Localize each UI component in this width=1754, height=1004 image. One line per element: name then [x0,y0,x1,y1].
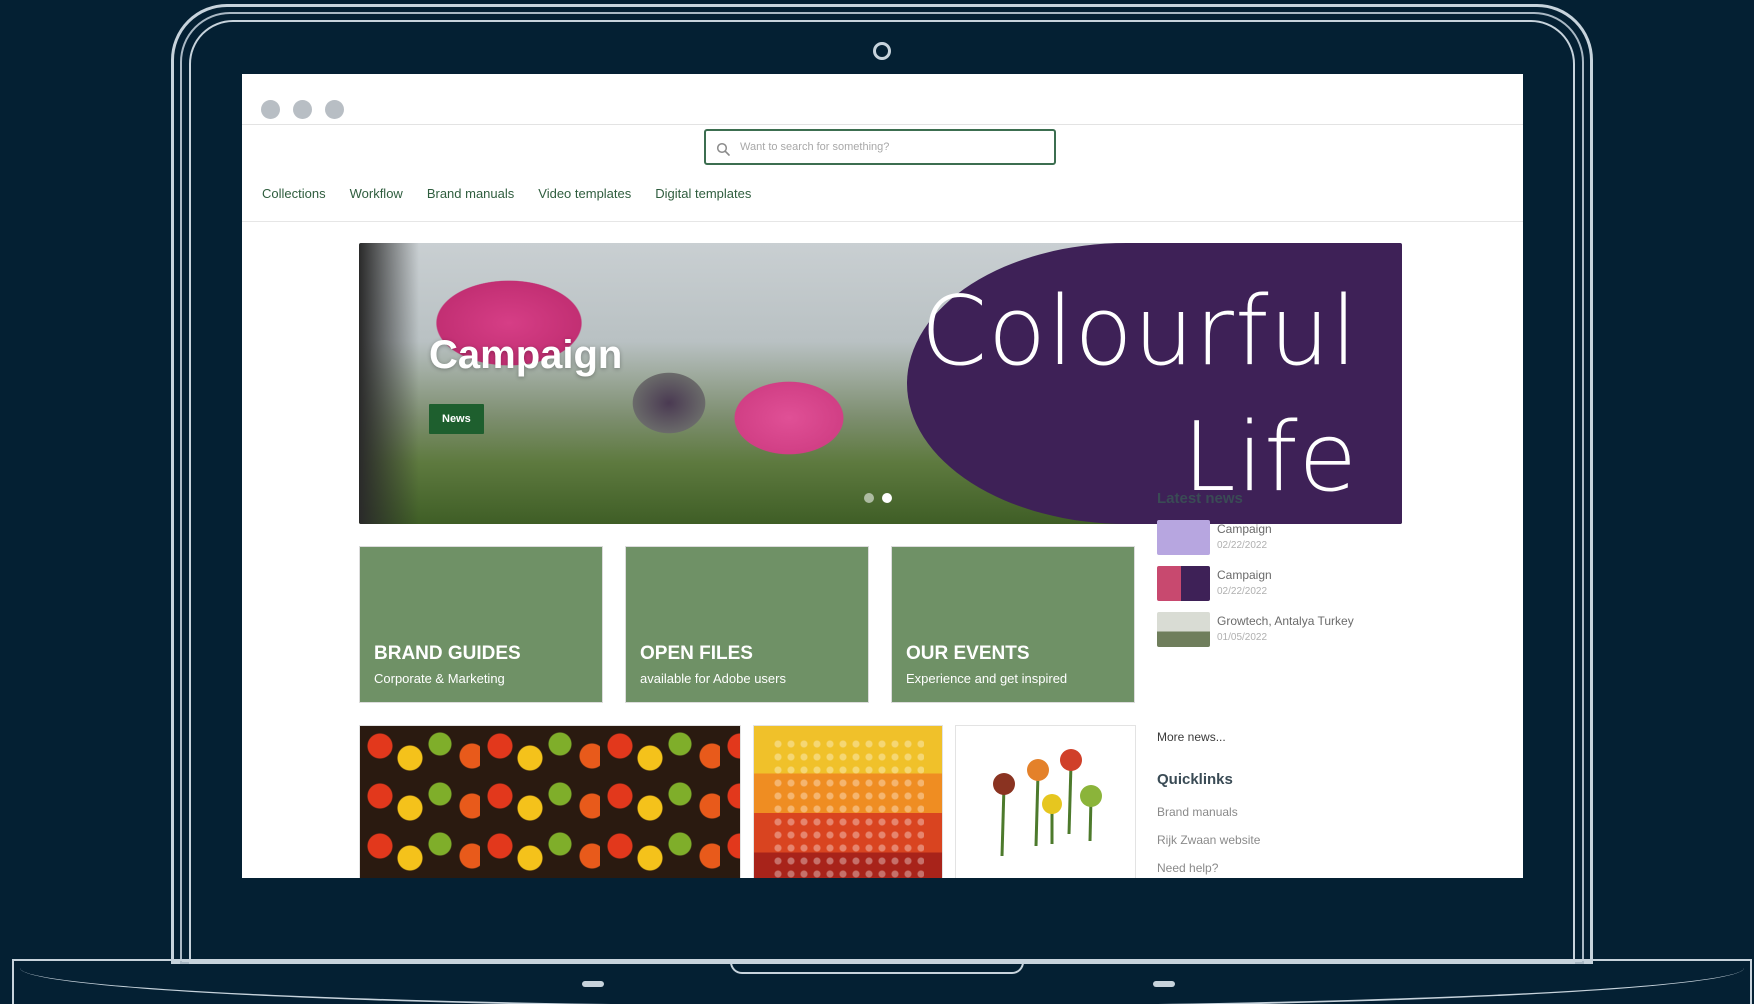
main-nav: Collections Workflow Brand manuals Video… [262,186,775,201]
hero-banner-panel: Colourful Life [907,243,1402,524]
search-bar[interactable] [704,129,1056,165]
laptop-foot-right [1153,981,1175,987]
tile-brand-guides[interactable]: BRAND GUIDES Corporate & Marketing [359,546,603,703]
window-maximize-button[interactable] [325,100,344,119]
news-item[interactable]: Campaign 02/22/2022 [1157,566,1397,604]
browser-window: Collections Workflow Brand manuals Video… [242,74,1523,878]
quicklink-brand-manuals[interactable]: Brand manuals [1157,805,1238,819]
window-close-button[interactable] [261,100,280,119]
hero-news-badge[interactable]: News [429,404,484,434]
laptop-notch [730,960,1024,974]
tile-title: OUR EVENTS [906,643,1030,664]
nav-brand-manuals[interactable]: Brand manuals [427,186,514,201]
image-card-tomato-tray[interactable] [359,725,741,878]
news-thumbnail [1157,612,1210,647]
hero-carousel[interactable]: Colourful Life Campaign News [359,243,1402,524]
tile-our-events[interactable]: OUR EVENTS Experience and get inspired [891,546,1135,703]
news-title: Growtech, Antalya Turkey [1217,614,1354,628]
latest-news-heading: Latest news [1157,490,1243,507]
hero-banner-word-1: Colourful [920,277,1358,387]
carousel-dot-2[interactable] [882,493,892,503]
search-input[interactable] [740,141,1030,153]
search-icon [716,142,730,156]
quicklinks-heading: Quicklinks [1157,771,1233,788]
quicklink-rijk-zwaan-website[interactable]: Rijk Zwaan website [1157,833,1260,847]
hero-title: Campaign [429,333,623,377]
camera-icon [873,42,891,60]
tile-title: BRAND GUIDES [374,643,521,664]
news-thumbnail [1157,566,1210,601]
news-item[interactable]: Campaign 02/22/2022 [1157,520,1397,558]
tile-title: OPEN FILES [640,643,753,664]
tile-subtitle: Experience and get inspired [906,671,1068,686]
laptop-foot-left [582,981,604,987]
window-titlebar [242,74,1523,125]
carousel-dot-1[interactable] [864,493,874,503]
nav-workflow[interactable]: Workflow [350,186,403,201]
nav-digital-templates[interactable]: Digital templates [655,186,751,201]
more-news-link[interactable]: More news... [1157,730,1226,744]
news-date: 01/05/2022 [1217,632,1268,643]
tile-open-files[interactable]: OPEN FILES available for Adobe users [625,546,869,703]
news-date: 02/22/2022 [1217,540,1268,551]
hero-photo-shadow [359,243,419,524]
tile-subtitle: available for Adobe users [640,671,786,686]
carousel-indicators [864,493,892,503]
nav-collections[interactable]: Collections [262,186,326,201]
news-title: Campaign [1217,568,1272,582]
nav-divider [242,221,1523,222]
news-thumbnail [1157,520,1210,555]
news-item[interactable]: Growtech, Antalya Turkey 01/05/2022 [1157,612,1397,650]
window-minimize-button[interactable] [293,100,312,119]
nav-video-templates[interactable]: Video templates [538,186,631,201]
image-card-tomato-rows[interactable] [753,725,943,878]
image-card-vegetable-flowers[interactable] [955,725,1136,878]
quicklink-need-help[interactable]: Need help? [1157,861,1218,875]
news-title: Campaign [1217,522,1272,536]
news-date: 02/22/2022 [1217,586,1268,597]
flower-illustration [993,749,1102,857]
tile-subtitle: Corporate & Marketing [374,671,505,686]
